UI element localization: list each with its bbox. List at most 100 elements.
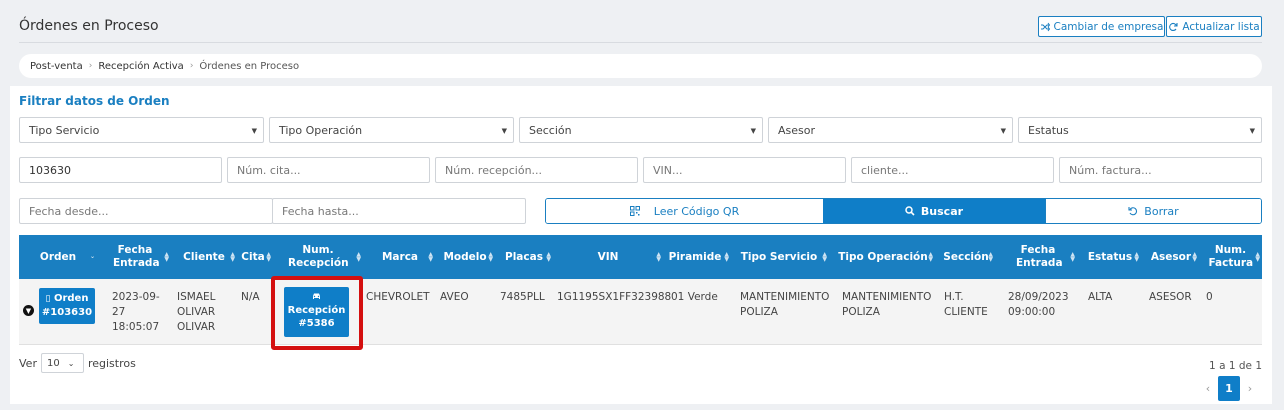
seccion-label: Sección xyxy=(529,123,572,137)
sort-icon: ▲ ▼ xyxy=(988,251,993,263)
sort-icon: ▲ ▼ xyxy=(928,251,933,263)
filter-title: Filtrar datos de Orden xyxy=(19,94,170,108)
cell-seccion: H.T. CLIENTE xyxy=(944,291,988,318)
fecha-desde-input[interactable]: Fecha desde... xyxy=(19,198,273,224)
search-button[interactable]: Buscar xyxy=(823,199,1045,223)
cell-fecha-entrada: 2023-09-27 18:05:07 xyxy=(112,291,160,333)
shuffle-icon xyxy=(1040,22,1050,31)
column-header-estatus[interactable]: Estatus ▲ ▼ xyxy=(1079,235,1141,279)
expand-row-icon[interactable]: ▼ xyxy=(23,305,34,316)
sort-icon: ▲ ▼ xyxy=(1134,251,1139,263)
cell-marca: CHEVROLET xyxy=(366,291,430,303)
breadcrumb: Post-venta › Recepción Activa › Órdenes … xyxy=(19,54,1262,78)
clear-label: Borrar xyxy=(1144,204,1179,218)
tipo-servicio-label: Tipo Servicio xyxy=(29,123,100,137)
column-header-fecha-entrada[interactable]: Fecha Entrada ▲ ▼ xyxy=(99,235,171,279)
recepcion-input[interactable]: Núm. recepción... xyxy=(435,157,638,183)
column-header-cita[interactable]: Cita ▲ ▼ xyxy=(237,235,271,279)
refresh-icon xyxy=(1169,22,1178,31)
change-company-button[interactable]: Cambiar de empresa xyxy=(1038,16,1165,37)
tipo-operacion-select[interactable]: Tipo Operación ▼ xyxy=(269,117,514,143)
cell-cita: N/A xyxy=(241,291,260,303)
column-header-asesor[interactable]: Asesor ▲ ▼ xyxy=(1143,235,1199,279)
cell-tipo-operacion: MANTENIMIENTO POLIZA xyxy=(842,291,932,318)
estatus-select[interactable]: Estatus ▼ xyxy=(1018,117,1262,143)
column-header-orden[interactable]: Orden ⌄ xyxy=(19,235,97,279)
column-header-fecha-entrada-2[interactable]: Fecha Entrada ▲ ▼ xyxy=(999,235,1077,279)
cell-num-factura: 0 xyxy=(1206,291,1213,303)
sort-icon: ▲ ▼ xyxy=(488,251,493,263)
page-title: Órdenes en Proceso xyxy=(19,18,159,34)
clear-button[interactable]: Borrar xyxy=(1045,199,1261,223)
orden-button-label: Orden xyxy=(53,293,89,304)
breadcrumb-post-venta[interactable]: Post-venta xyxy=(30,61,83,72)
page-size-value: 10 xyxy=(46,357,60,369)
qr-code-icon xyxy=(629,206,640,216)
refresh-list-button[interactable]: Actualizar lista xyxy=(1166,16,1262,37)
registros-label: registros xyxy=(87,356,136,370)
cell-fecha-entrada-2: 28/09/2023 09:00:00 xyxy=(1008,291,1069,318)
column-header-num-recepcion[interactable]: Num. Recepción ▲ ▼ xyxy=(273,235,363,279)
search-label: Buscar xyxy=(920,204,964,218)
cell-cliente: ISMAEL OLIVAR OLIVAR xyxy=(177,291,216,333)
tipo-operacion-label: Tipo Operación xyxy=(279,123,363,137)
sort-icon: ▲ ▼ xyxy=(822,251,827,263)
page-size-select[interactable]: 10 ⌄ xyxy=(40,353,84,373)
column-header-vin[interactable]: VIN ▲ ▼ xyxy=(553,235,663,279)
sort-icon: ▲ ▼ xyxy=(164,251,169,263)
cell-piramide: 01 Verde xyxy=(671,291,718,303)
pagination: ‹ 1 › xyxy=(1198,376,1260,401)
clipboard-icon: ▯ xyxy=(45,294,51,304)
read-qr-button[interactable]: Leer Código QR xyxy=(546,199,823,223)
vin-input[interactable]: VIN... xyxy=(643,157,846,183)
sort-icon: ▲ ▼ xyxy=(656,251,661,263)
breadcrumb-recepcion-activa[interactable]: Recepción Activa xyxy=(98,61,183,72)
column-header-placas[interactable]: Placas ▲ ▼ xyxy=(495,235,553,279)
page-1-button[interactable]: 1 xyxy=(1218,376,1240,401)
chevron-right-icon: › xyxy=(189,61,194,71)
column-header-tipo-servicio[interactable]: Tipo Servicio ▲ ▼ xyxy=(729,235,829,279)
column-header-piramide[interactable]: Piramide ▲ ▼ xyxy=(665,235,729,279)
sort-icon: ▲ ▼ xyxy=(1192,251,1197,263)
change-company-label: Cambiar de empresa xyxy=(1053,20,1164,33)
cell-asesor: ASESOR xyxy=(1149,291,1192,303)
orden-button[interactable]: ▯ Orden #103630 xyxy=(39,288,95,324)
column-header-tipo-operacion[interactable]: Tipo Operación ▲ ▼ xyxy=(831,235,935,279)
sort-icon: ▲ ▼ xyxy=(1070,251,1075,263)
cita-input[interactable]: Núm. cita... xyxy=(227,157,430,183)
column-header-num-factura[interactable]: Num. Factura ▲ ▼ xyxy=(1199,235,1262,279)
next-page-icon[interactable]: › xyxy=(1240,376,1260,401)
read-qr-label: Leer Código QR xyxy=(653,204,740,218)
sort-icon: ▲ ▼ xyxy=(356,251,361,263)
sort-icon: ⌄ xyxy=(89,253,95,260)
sort-icon: ▲ ▼ xyxy=(428,251,433,263)
asesor-label: Asesor xyxy=(778,123,816,137)
column-header-cliente[interactable]: Cliente ▲ ▼ xyxy=(171,235,237,279)
seccion-select[interactable]: Sección ▼ xyxy=(519,117,763,143)
column-header-seccion[interactable]: Sección ▲ ▼ xyxy=(937,235,995,279)
caret-down-icon: ▼ xyxy=(251,127,257,135)
cliente-input[interactable]: cliente... xyxy=(851,157,1054,183)
breadcrumb-current: Órdenes en Proceso xyxy=(199,60,300,72)
header-divider xyxy=(19,42,1262,43)
fecha-hasta-input[interactable]: Fecha hasta... xyxy=(272,198,526,224)
cell-placas: 7485PLL xyxy=(500,291,545,303)
ver-label: Ver xyxy=(19,356,37,370)
column-header-modelo[interactable]: Modelo ▲ ▼ xyxy=(435,235,495,279)
sort-icon: ▲ ▼ xyxy=(1255,251,1260,263)
previous-page-icon[interactable]: ‹ xyxy=(1198,376,1218,401)
factura-input[interactable]: Núm. factura... xyxy=(1059,157,1262,183)
sort-icon: ▲ ▼ xyxy=(546,251,551,263)
tipo-servicio-select[interactable]: Tipo Servicio ▼ xyxy=(19,117,264,143)
search-icon xyxy=(905,206,915,216)
asesor-select[interactable]: Asesor ▼ xyxy=(768,117,1013,143)
caret-down-icon: ▼ xyxy=(750,127,756,135)
sort-icon: ▲ ▼ xyxy=(230,251,235,263)
cell-vin: 1G1195SX1FF323988 xyxy=(557,291,672,303)
table-header: Orden ⌄ Fecha Entrada ▲ ▼ Cliente ▲ ▼ Cita ▲ ▼ … xyxy=(19,235,1262,279)
caret-down-icon: ▼ xyxy=(1249,127,1255,135)
caret-down-icon: ▼ xyxy=(501,127,507,135)
cell-modelo: AVEO xyxy=(440,291,469,303)
order-number-input[interactable]: 103630 xyxy=(19,157,222,183)
column-header-marca[interactable]: Marca ▲ ▼ xyxy=(365,235,435,279)
